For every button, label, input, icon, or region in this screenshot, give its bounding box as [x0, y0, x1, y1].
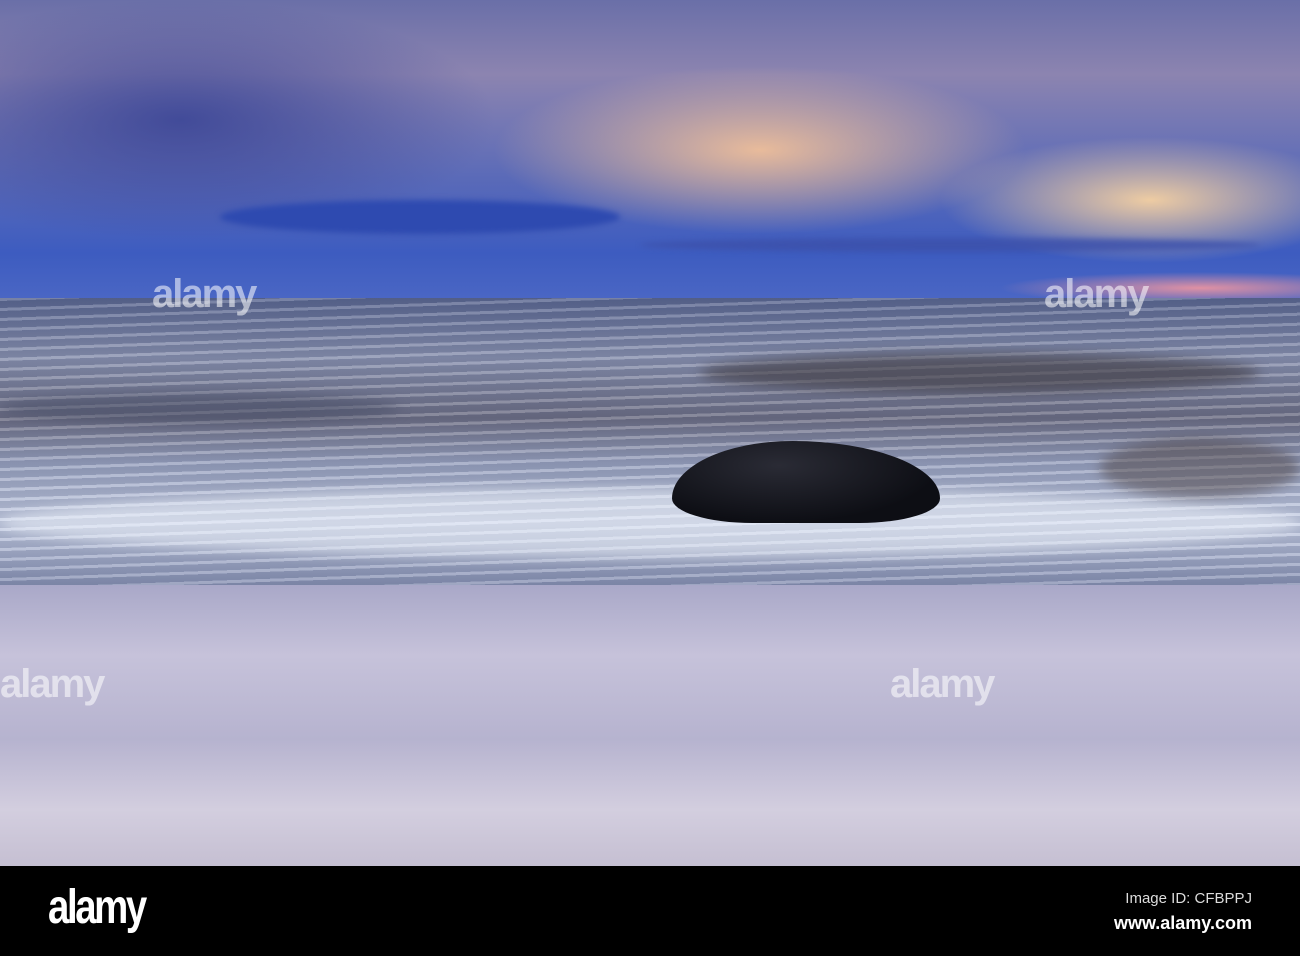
wavy-sea: [0, 298, 1300, 598]
watermark: alamy: [152, 272, 257, 316]
surf-foam: [0, 488, 1300, 558]
dark-cloud: [220, 200, 620, 234]
seascape-photo: alamy alamy alamy alamy: [0, 0, 1300, 866]
image-id: Image ID: CFBPPJ: [1125, 890, 1252, 907]
wave: [1100, 438, 1300, 498]
wave: [0, 393, 400, 423]
horizon-cloud: [640, 238, 1260, 252]
watermark: alamy: [0, 662, 105, 706]
alamy-logo: alamy: [48, 881, 147, 934]
watermark: alamy: [1044, 272, 1149, 316]
wave: [700, 353, 1260, 393]
wet-sand-beach: [0, 585, 1300, 866]
sunset-sky: [0, 0, 1300, 298]
watermark: alamy: [890, 662, 995, 706]
site-url[interactable]: www.alamy.com: [1114, 913, 1252, 934]
footer-bar: alamy Image ID: CFBPPJ www.alamy.com: [0, 866, 1300, 956]
